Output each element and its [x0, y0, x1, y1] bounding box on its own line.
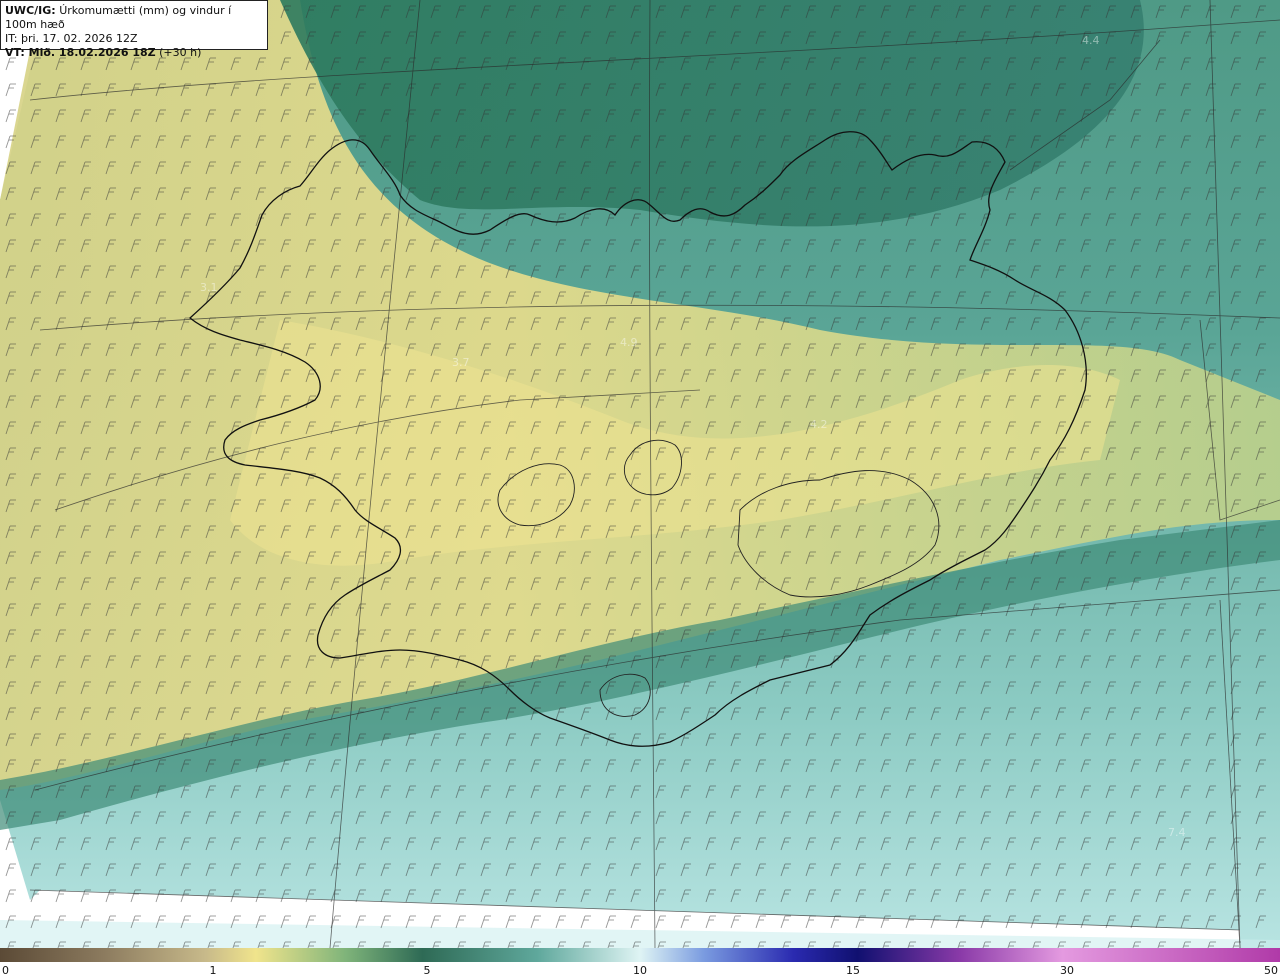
colorbar-tick: 30: [1060, 964, 1074, 977]
issue-time: IT: þri. 17. 02. 2026 12Z: [5, 32, 138, 45]
colorbar-tick: 0: [2, 964, 9, 977]
valid-time: VT: Mið. 18.02.2026 18Z: [5, 46, 156, 59]
colorbar-tick: 50: [1264, 964, 1278, 977]
colorbar-strip: [0, 948, 1280, 962]
colorbar-tick: 15: [846, 964, 860, 977]
wind-barbs-layer: [0, 0, 1280, 948]
colorbar-tick: 1: [209, 964, 217, 977]
colorbar-tick: 5: [423, 964, 431, 977]
forecast-map: 3.1 3.7 4.9 4.2 7.4 4.4: [0, 0, 1280, 948]
precip-colorbar: 0 1 5 10 15 30 50: [0, 948, 1280, 978]
map-value-label: 4.2: [810, 418, 828, 431]
colorbar-tick: 10: [633, 964, 647, 977]
map-value-label: 7.4: [1168, 826, 1186, 839]
map-value-label: 3.7: [452, 356, 470, 369]
map-value-label: 3.1: [200, 281, 218, 294]
forecast-lead: (+30 h): [159, 46, 202, 59]
map-header: UWC/IG: Úrkomumætti (mm) og vindur í 100…: [0, 0, 268, 59]
product-label: UWC/IG:: [5, 4, 56, 17]
map-value-label: 4.4: [1082, 34, 1100, 47]
map-value-label: 4.9: [620, 336, 638, 349]
